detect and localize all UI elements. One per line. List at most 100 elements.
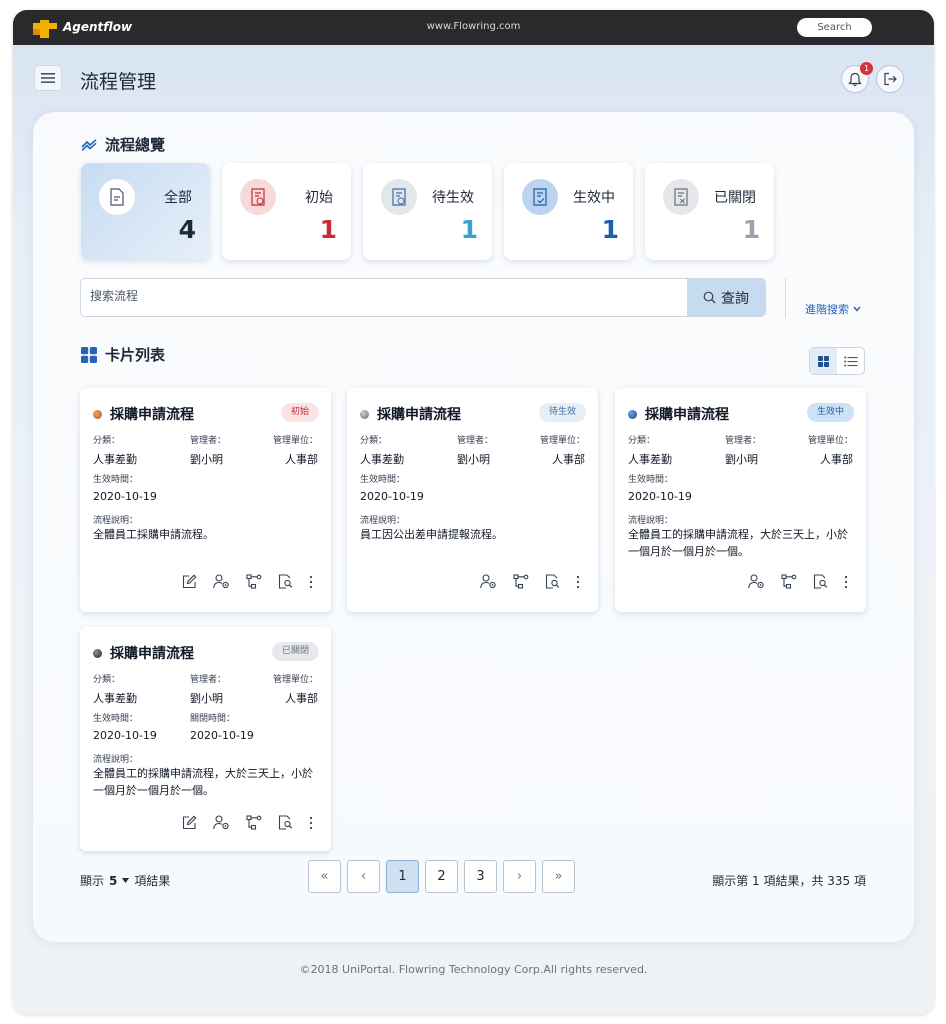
hamburger-icon: [41, 73, 55, 83]
preview-button[interactable]: [278, 574, 293, 589]
assign-button[interactable]: [748, 574, 765, 589]
stat-count: 1: [742, 215, 760, 244]
logout-button[interactable]: [876, 65, 904, 93]
assign-button[interactable]: [213, 815, 230, 830]
document-search-icon: [813, 574, 828, 589]
page-button-3[interactable]: 3: [464, 860, 497, 893]
next-page-button[interactable]: ›: [503, 860, 536, 893]
page-button-2[interactable]: 2: [425, 860, 458, 893]
prev-page-button[interactable]: ‹: [347, 860, 380, 893]
notification-button[interactable]: 1: [841, 62, 873, 93]
desc-label: 流程說明：: [360, 516, 406, 526]
flow-button[interactable]: [246, 574, 262, 589]
stat-card-all[interactable]: 全部 4: [81, 163, 210, 260]
more-vertical-icon: [309, 575, 313, 588]
user-settings-icon: [213, 815, 229, 830]
stat-label: 已關閉: [714, 190, 756, 206]
edit-button[interactable]: [182, 815, 197, 830]
page-size-select[interactable]: 5: [109, 874, 117, 888]
stat-label: 初始: [305, 190, 333, 206]
assign-button[interactable]: [480, 574, 497, 589]
stat-count: 4: [178, 215, 196, 244]
user-settings-icon: [213, 574, 229, 589]
results-summary: 顯示第 1 項結果，共 335 項: [712, 874, 866, 888]
stat-card-initial[interactable]: 初始 1: [222, 163, 351, 260]
stat-card-active[interactable]: 生效中 1: [504, 163, 633, 260]
status-badge: 待生效: [538, 403, 586, 422]
flow-tree-icon: [781, 574, 797, 589]
page-size-suffix: 項結果: [134, 874, 171, 888]
desc-label: 流程說明：: [628, 516, 674, 526]
card-title: 採購申請流程: [628, 404, 729, 424]
query-button[interactable]: 查詢: [687, 279, 765, 316]
category-value: 人事差勤: [93, 692, 137, 705]
bell-icon: [848, 72, 862, 86]
stat-card-closed[interactable]: 已關閉 1: [645, 163, 774, 260]
first-page-button[interactable]: «: [308, 860, 341, 893]
unit-value: 人事部: [285, 453, 318, 466]
flow-button[interactable]: [513, 574, 529, 589]
manager-value: 劉小明: [190, 453, 223, 466]
flow-button[interactable]: [781, 574, 797, 589]
card-list-heading: 卡片列表: [81, 344, 165, 365]
preview-button[interactable]: [278, 815, 293, 830]
caret-down-icon[interactable]: [122, 878, 130, 883]
advanced-search-label: 進階搜索: [805, 303, 849, 316]
more-button[interactable]: [576, 575, 580, 589]
page-button-1[interactable]: 1: [386, 860, 419, 893]
process-card[interactable]: 採購申請流程 生效中 分類： 管理者： 管理單位： 人事差勤 劉小明 人事部 生…: [615, 388, 866, 612]
list-view-button[interactable]: [837, 348, 864, 374]
browser-search-button[interactable]: Search: [797, 18, 872, 37]
card-actions: [182, 574, 313, 589]
stat-card-pending[interactable]: 待生效 1: [363, 163, 492, 260]
document-search-icon: [278, 574, 293, 589]
process-card[interactable]: 採購申請流程 初始 分類： 管理者： 管理單位： 人事差勤 劉小明 人事部 生效…: [80, 388, 331, 612]
status-dot: [360, 409, 369, 419]
document-clock-icon: [381, 179, 417, 215]
app-window: Agentflow www.Flowring.com Search 流程管理 1: [13, 10, 934, 1014]
process-card[interactable]: 採購申請流程 待生效 分類： 管理者： 管理單位： 人事差勤 劉小明 人事部 生…: [347, 388, 598, 612]
stat-count: 1: [460, 215, 478, 244]
status-badge: 生效中: [806, 403, 854, 422]
category-label: 分類：: [93, 436, 121, 446]
more-button[interactable]: [844, 575, 848, 589]
menu-button[interactable]: [34, 65, 62, 91]
grid-icon: [81, 346, 97, 363]
effective-label: 生效時間：: [360, 475, 406, 485]
process-card[interactable]: 採購申請流程 已關閉 分類： 管理者： 管理單位： 人事差勤 劉小明 人事部 生…: [80, 627, 331, 851]
category-value: 人事差勤: [360, 453, 404, 466]
list-icon: [843, 356, 857, 366]
chevron-down-icon: [853, 306, 861, 312]
url-text: www.Flowring.com: [426, 21, 521, 32]
effective-label: 生效時間：: [93, 714, 139, 724]
notification-badge: 1: [860, 62, 873, 75]
flow-button[interactable]: [246, 815, 262, 830]
desc-value: 全體員工的採購申請流程，大於三天上，小於一個月於一個月於一個。: [628, 528, 848, 558]
user-settings-icon: [480, 574, 496, 589]
document-search-icon: [278, 815, 293, 830]
more-button[interactable]: [309, 575, 313, 589]
unit-value: 人事部: [820, 453, 853, 466]
manager-label: 管理者：: [457, 436, 494, 446]
preview-button[interactable]: [813, 574, 828, 589]
desc-label: 流程說明：: [93, 516, 139, 526]
assign-button[interactable]: [213, 574, 230, 589]
status-dot: [93, 648, 102, 658]
last-page-button[interactable]: »: [542, 860, 575, 893]
more-vertical-icon: [844, 575, 848, 588]
edit-button[interactable]: [182, 574, 197, 589]
advanced-search-link[interactable]: 進階搜索: [805, 301, 861, 317]
preview-button[interactable]: [545, 574, 560, 589]
footer-copyright: ©2018 UniPortal. Flowring Technology Cor…: [299, 963, 648, 976]
effective-label: 生效時間：: [628, 475, 674, 485]
grid-view-button[interactable]: [810, 348, 837, 374]
page-title: 流程管理: [80, 71, 157, 93]
manager-value: 劉小明: [457, 453, 490, 466]
more-button[interactable]: [309, 816, 313, 830]
manager-label: 管理者：: [725, 436, 762, 446]
browser-titlebar: Agentflow www.Flowring.com Search: [13, 10, 934, 45]
search-input[interactable]: [90, 289, 670, 303]
closed-value: 2020-10-19: [190, 729, 254, 742]
status-dot: [628, 409, 637, 419]
document-check-icon: [522, 179, 558, 215]
